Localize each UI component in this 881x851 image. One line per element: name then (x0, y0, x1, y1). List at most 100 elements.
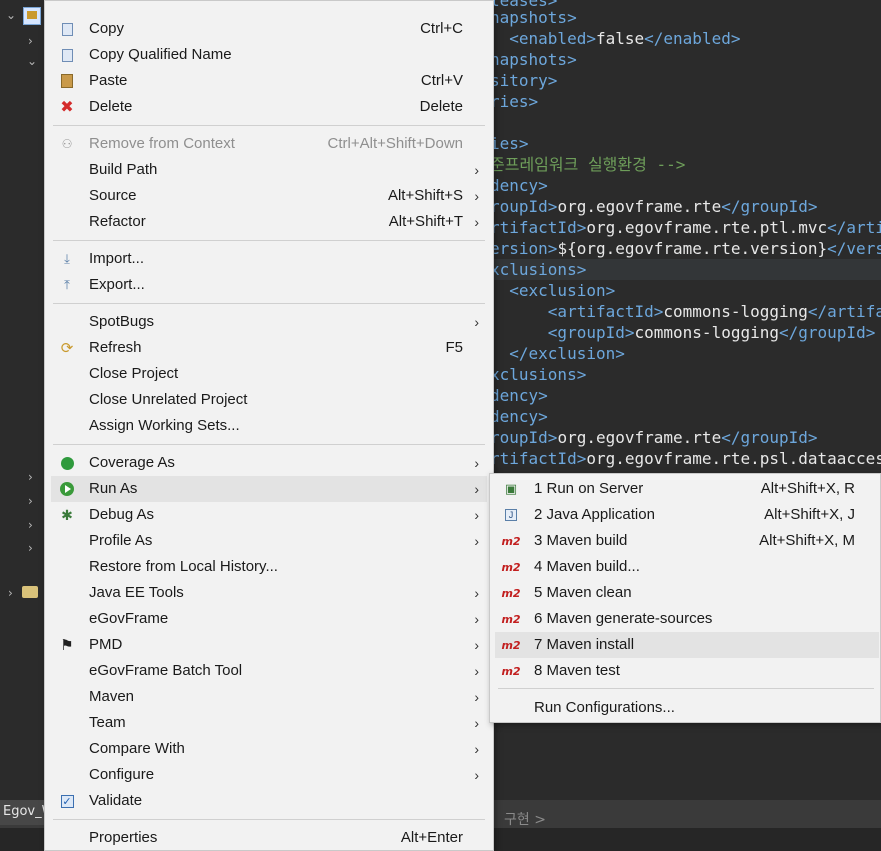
menu-item-refactor[interactable]: Refactor Alt+Shift+T › (51, 209, 487, 235)
menu-item-copy-qualified-name[interactable]: Copy Qualified Name (51, 42, 487, 68)
maven-badge: m2 (501, 586, 521, 600)
menu-item-debug-as[interactable]: ✱ Debug As › (51, 502, 487, 528)
code-token: rtifactId> (490, 449, 587, 468)
delete-icon: ✖ (59, 99, 75, 116)
chevron-down-icon[interactable]: ⌄ (6, 8, 16, 22)
chevron-right-icon: › (474, 637, 479, 653)
code-token: <enabled> (490, 29, 596, 48)
menu-item-validate[interactable]: ✓ Validate (51, 788, 487, 814)
menu-item-build-path[interactable]: Build Path › (51, 157, 487, 183)
menu-item-label: Export... (89, 276, 145, 293)
menu-item-source[interactable]: Source Alt+Shift+S › (51, 183, 487, 209)
menu-item-restore-from-local-history[interactable]: Restore from Local History... (51, 554, 487, 580)
menu-item-refresh[interactable]: ⟳ Refresh F5 (51, 335, 487, 361)
menu-item-shortcut: Ctrl+C (420, 20, 463, 37)
menu-item-properties[interactable]: Properties Alt+Enter (51, 825, 487, 851)
menu-item-egovframe-batch-tool[interactable]: eGovFrame Batch Tool › (51, 658, 487, 684)
menu-item-coverage-as[interactable]: Coverage As › (51, 450, 487, 476)
chevron-right-icon[interactable]: › (28, 470, 33, 484)
paste-icon (59, 73, 75, 89)
code-line: dency> (490, 406, 548, 427)
menu-item-label: Team (89, 714, 126, 731)
maven-icon: m2 (501, 611, 520, 627)
menu-item-compare-with[interactable]: Compare With › (51, 736, 487, 762)
menu-item-paste[interactable]: Paste Ctrl+V (51, 68, 487, 94)
submenu-item-2-java-application[interactable]: J 2 Java Application Alt+Shift+X, J (495, 502, 879, 528)
menu-separator (53, 125, 485, 126)
chevron-right-icon[interactable]: › (28, 494, 33, 508)
menu-item-run-as[interactable]: Run As › (51, 476, 487, 502)
pmd-icon: ⚑ (59, 637, 75, 654)
submenu-item-label: 6 Maven generate-sources (534, 610, 713, 627)
menu-item-profile-as[interactable]: Profile As › (51, 528, 487, 554)
status-text: 구현 > (494, 812, 881, 828)
submenu-item-3-maven-build[interactable]: m2 3 Maven build Alt+Shift+X, M (495, 528, 879, 554)
submenu-item-5-maven-clean[interactable]: m2 5 Maven clean (495, 580, 879, 606)
run-icon (59, 481, 75, 497)
code-line: <groupId>commons-logging</groupId> (490, 322, 876, 343)
submenu-item-run-configurations[interactable]: Run Configurations... (495, 695, 879, 721)
menu-item-close-project[interactable]: Close Project (51, 361, 487, 387)
folder-icon[interactable] (22, 586, 38, 598)
validate-checkbox-icon: ✓ (59, 793, 75, 809)
code-line: ries> (490, 91, 538, 112)
menu-item-copy[interactable]: Copy Ctrl+C (51, 16, 487, 42)
java-app-icon: J (503, 507, 519, 523)
submenu-item-4-maven-build[interactable]: m2 4 Maven build... (495, 554, 879, 580)
chevron-right-icon: › (474, 188, 479, 204)
debug-icon-glyph: ✱ (61, 506, 73, 523)
menu-item-label: Copy Qualified Name (89, 46, 232, 63)
code-token: napshots> (490, 50, 577, 69)
menu-item-close-unrelated-project[interactable]: Close Unrelated Project (51, 387, 487, 413)
code-token: xclusions> (490, 260, 587, 279)
menu-item-label: Maven (89, 688, 135, 705)
submenu-item-7-maven-install[interactable]: m2 7 Maven install (495, 632, 879, 658)
menu-item-export[interactable]: ⤒ Export... (51, 272, 487, 298)
code-token: org.egovframe.rte (557, 428, 722, 447)
export-icon: ⤒ (59, 277, 75, 293)
pmd-icon-glyph: ⚑ (60, 637, 74, 654)
chevron-right-icon: › (474, 689, 479, 705)
code-token: dency> (490, 176, 548, 195)
run-icon-shape (60, 482, 74, 496)
menu-item-import[interactable]: ⤓ Import... (51, 246, 487, 272)
code-token: commons-logging (634, 323, 780, 342)
chevron-right-icon[interactable]: › (28, 541, 33, 555)
menu-separator (53, 444, 485, 445)
coverage-icon-shape (60, 456, 74, 470)
menu-item-label: Close Unrelated Project (89, 391, 248, 408)
menu-item-java-ee-tools[interactable]: Java EE Tools › (51, 580, 487, 606)
maven-badge: m2 (501, 534, 521, 548)
chevron-down-icon[interactable]: ⌄ (27, 54, 37, 68)
code-token: ies> (490, 134, 529, 153)
menu-item-spotbugs[interactable]: SpotBugs › (51, 309, 487, 335)
menu-item-remove-from-context: ⚇ Remove from Context Ctrl+Alt+Shift+Down (51, 131, 487, 157)
menu-item-label: Refactor (89, 213, 146, 230)
code-line: dency> (490, 385, 548, 406)
status-tab[interactable]: Egov_W (0, 800, 46, 825)
java-app-icon-glyph: J (505, 509, 517, 521)
chevron-right-icon[interactable]: › (8, 586, 13, 600)
menu-item-maven[interactable]: Maven › (51, 684, 487, 710)
run-as-submenu: ▣ 1 Run on Server Alt+Shift+X, R J 2 Java Ap… (489, 473, 881, 723)
project-icon[interactable] (23, 7, 41, 25)
refresh-icon-glyph: ⟳ (60, 340, 74, 357)
menu-item-assign-working-sets[interactable]: Assign Working Sets... (51, 413, 487, 439)
menu-item-label: Source (89, 187, 137, 204)
checkbox-check-glyph: ✓ (60, 794, 74, 808)
chevron-right-icon[interactable]: › (28, 34, 33, 48)
menu-item-egovframe[interactable]: eGovFrame › (51, 606, 487, 632)
code-line: roupId>org.egovframe.rte</groupId> (490, 196, 818, 217)
copy-icon (59, 47, 75, 63)
menu-item-delete[interactable]: ✖ Delete Delete (51, 94, 487, 120)
menu-item-label: Copy (89, 20, 125, 37)
chevron-right-icon[interactable]: › (28, 518, 33, 532)
submenu-item-label: 4 Maven build... (534, 558, 640, 575)
menu-item-team[interactable]: Team › (51, 710, 487, 736)
menu-item-configure[interactable]: Configure › (51, 762, 487, 788)
submenu-item-6-maven-generate-sources[interactable]: m2 6 Maven generate-sources (495, 606, 879, 632)
submenu-item-8-maven-test[interactable]: m2 8 Maven test (495, 658, 879, 684)
submenu-item-1-run-on-server[interactable]: ▣ 1 Run on Server Alt+Shift+X, R (495, 476, 879, 502)
menu-item-pmd[interactable]: ⚑ PMD › (51, 632, 487, 658)
code-token: </enabled> (644, 29, 741, 48)
